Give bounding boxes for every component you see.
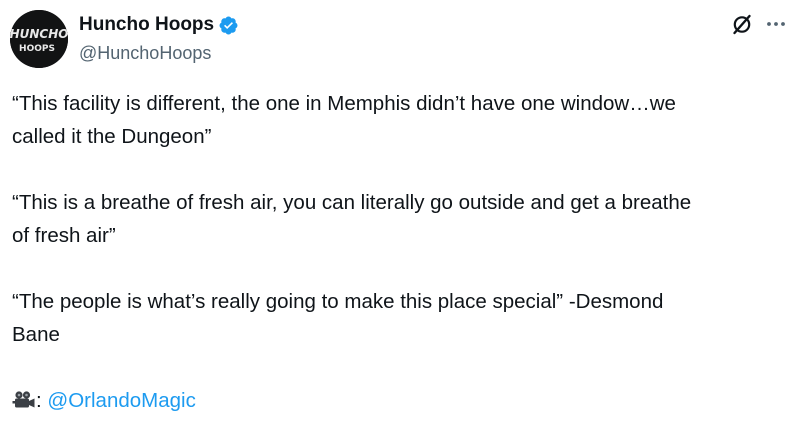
author-handle[interactable]: @HunchoHoops xyxy=(79,42,211,64)
tweet-paragraph-1: “This facility is different, the one in … xyxy=(12,87,676,153)
tweet-credit-line: : @OrlandoMagic xyxy=(12,384,196,417)
tweet-card: HUNCHO HOOPS Huncho Hoops @HunchoHoops “… xyxy=(0,0,796,422)
tweet-line: “This facility is different, the one in … xyxy=(12,92,676,115)
author-name-row: Huncho Hoops xyxy=(79,13,239,37)
tweet-line: “This is a breathe of fresh air, you can… xyxy=(12,191,692,214)
more-options-icon[interactable] xyxy=(765,14,787,34)
tweet-paragraph-2: “This is a breathe of fresh air, you can… xyxy=(12,186,691,252)
tweet-line: called it the Dungeon” xyxy=(12,125,212,148)
credit-separator: : xyxy=(36,389,48,412)
verified-badge-icon[interactable] xyxy=(218,15,239,36)
movie-camera-icon xyxy=(12,387,36,408)
tweet-paragraph-3: “The people is what’s really going to ma… xyxy=(12,285,663,351)
avatar[interactable]: HUNCHO HOOPS xyxy=(10,10,68,68)
avatar-text-top: HUNCHO xyxy=(10,27,68,41)
tweet-line: “The people is what’s really going to ma… xyxy=(12,290,664,313)
tweet-line: Bane xyxy=(12,323,60,346)
tweet-line: of fresh air” xyxy=(12,224,116,247)
grok-icon[interactable] xyxy=(731,12,753,36)
author-display-name[interactable]: Huncho Hoops xyxy=(79,13,214,37)
avatar-text-bottom: HOOPS xyxy=(19,44,55,54)
mention-link[interactable]: @OrlandoMagic xyxy=(47,389,195,412)
